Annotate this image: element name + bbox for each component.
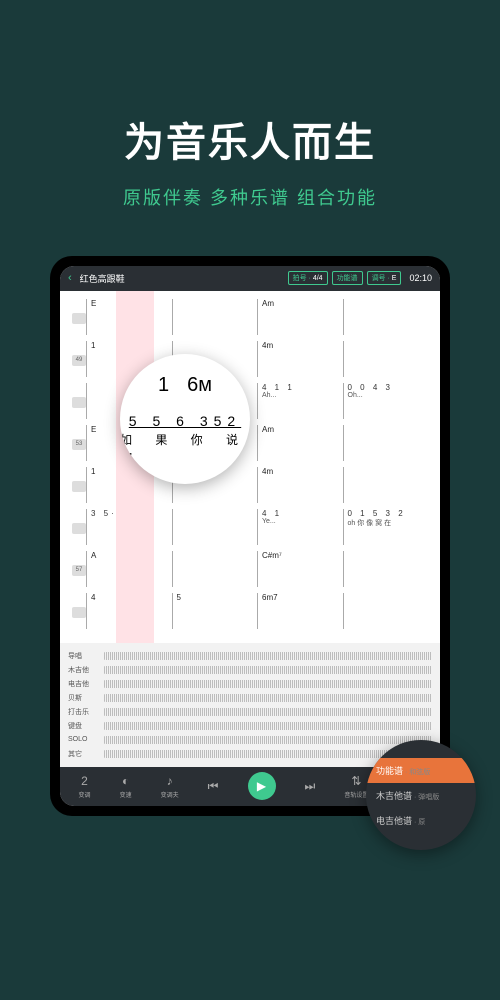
transpose-button[interactable]: 2 变调 <box>79 774 91 799</box>
magnified-notes: 5 5 6 352 <box>129 413 241 429</box>
track-row[interactable]: SOLO <box>68 733 432 747</box>
popup-item-functional[interactable]: 功能谱· 和弦版 <box>366 758 476 783</box>
gauge-icon: ◐ <box>122 774 129 788</box>
track-row[interactable]: 贝斯 <box>68 691 432 705</box>
track-row[interactable]: 木吉他 <box>68 663 432 677</box>
song-title: 红色高跟鞋 <box>80 272 284 285</box>
tablet-frame: ‹ 红色高跟鞋 拍号 · 4/4 功能谱 调号 · E 02:10 E Am 4… <box>50 256 450 816</box>
score-type-badge[interactable]: 功能谱 <box>332 271 363 285</box>
hero-subtitle: 原版伴奏 多种乐谱 组合功能 <box>0 184 500 210</box>
play-button[interactable]: ▶ <box>248 772 276 800</box>
skip-forward-icon: ⏭ <box>305 779 316 794</box>
speed-button[interactable]: ◐ 变速 <box>120 774 132 799</box>
skip-back-icon: ⏮ <box>208 779 219 794</box>
magnifier-lens: 1 6ᴍ 5 5 6 352 如 果 你 说你 <box>120 354 250 484</box>
time-signature-badge[interactable]: 拍号 · 4/4 <box>288 271 328 285</box>
track-row[interactable]: 键盘 <box>68 719 432 733</box>
track-panel: 导唱 木吉他 电吉他 贝斯 打击乐 键盘 SOLO 其它 <box>60 643 440 767</box>
popup-item-electric[interactable]: 电吉他谱· 原 <box>366 808 476 833</box>
key-signature-badge[interactable]: 调号 · E <box>367 271 402 285</box>
popup-item-acoustic[interactable]: 木吉他谱· 弹唱版 <box>366 783 476 808</box>
magnified-lyrics: 如 果 你 说你 <box>120 431 250 465</box>
track-row[interactable]: 导唱 <box>68 649 432 663</box>
tune-icon: ♪ <box>167 774 173 788</box>
hero-title: 为音乐人而生 <box>0 110 500 168</box>
app-header: ‹ 红色高跟鞋 拍号 · 4/4 功能谱 调号 · E 02:10 <box>60 266 440 291</box>
bar-number: 53 <box>72 439 86 450</box>
bar-number: 49 <box>72 355 86 366</box>
back-icon[interactable]: ‹ <box>68 272 72 284</box>
bar-number: 57 <box>72 565 86 576</box>
bar-number <box>72 313 86 324</box>
sliders-icon: ⇅ <box>351 774 361 788</box>
pitch-button[interactable]: ♪ 变调夫 <box>161 774 179 799</box>
timecode: 02:10 <box>409 273 432 283</box>
score-type-popup: 功能谱· 和弦版 木吉他谱· 弹唱版 电吉他谱· 原 <box>366 740 476 850</box>
next-button[interactable]: ⏭ <box>305 779 316 794</box>
track-row[interactable]: 电吉他 <box>68 677 432 691</box>
track-row[interactable]: 打击乐 <box>68 705 432 719</box>
track-row[interactable]: 其它 <box>68 747 432 761</box>
prev-button[interactable]: ⏮ <box>208 779 219 794</box>
track-settings-button[interactable]: ⇅ 音轨设置 <box>344 774 368 799</box>
play-icon: ▶ <box>257 779 266 793</box>
score-area[interactable]: E Am 49 1 4m 4 1 1Ah... 0 0 4 3Oh... 53 <box>60 291 440 643</box>
